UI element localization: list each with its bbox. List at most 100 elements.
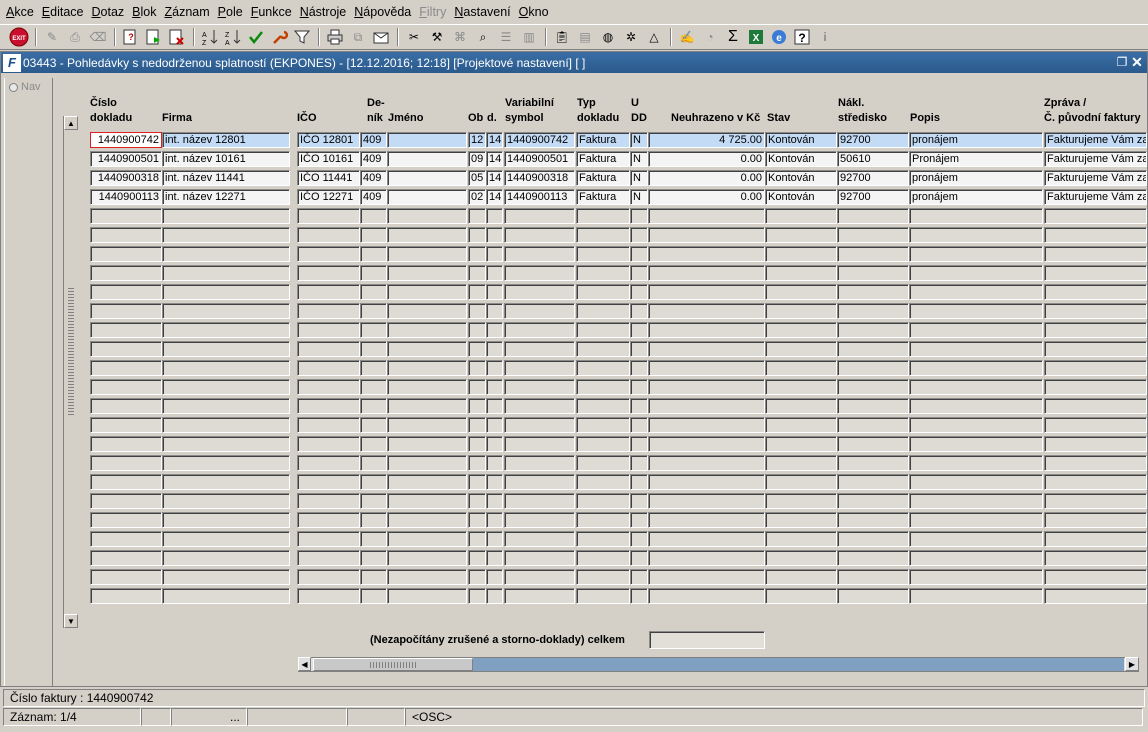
empty-cell[interactable] xyxy=(576,303,630,319)
empty-cell[interactable] xyxy=(1044,227,1147,243)
empty-cell[interactable] xyxy=(765,246,837,262)
empty-cell[interactable] xyxy=(765,531,837,547)
cell-stav[interactable]: Kontován xyxy=(765,170,837,186)
empty-cell[interactable] xyxy=(360,398,387,414)
empty-cell[interactable] xyxy=(162,569,290,585)
empty-cell[interactable] xyxy=(1044,436,1147,452)
empty-cell[interactable] xyxy=(486,569,503,585)
help-icon[interactable]: ? xyxy=(791,26,813,48)
empty-cell[interactable] xyxy=(162,417,290,433)
menu-napoveda[interactable]: Nápověda xyxy=(350,0,415,24)
sort-asc-icon[interactable]: AZ xyxy=(199,26,221,48)
empty-cell[interactable] xyxy=(765,474,837,490)
info-icon[interactable]: i xyxy=(814,26,836,48)
empty-cell[interactable] xyxy=(765,284,837,300)
empty-cell[interactable] xyxy=(90,227,162,243)
empty-cell[interactable] xyxy=(576,588,630,604)
empty-cell[interactable] xyxy=(630,341,648,357)
empty-cell[interactable] xyxy=(648,550,765,566)
empty-cell[interactable] xyxy=(909,341,1043,357)
settings-icon[interactable]: ✲ xyxy=(620,26,642,48)
empty-cell[interactable] xyxy=(486,265,503,281)
empty-cell[interactable] xyxy=(360,303,387,319)
empty-cell[interactable] xyxy=(630,512,648,528)
empty-cell[interactable] xyxy=(837,246,909,262)
empty-cell[interactable] xyxy=(837,322,909,338)
eraser-icon[interactable]: ⌫ xyxy=(87,26,109,48)
empty-cell[interactable] xyxy=(1044,398,1147,414)
empty-cell[interactable] xyxy=(162,550,290,566)
cell-nakl[interactable]: 92700 xyxy=(837,132,909,148)
cell-cislo[interactable]: 1440900113 xyxy=(90,189,162,205)
empty-cell[interactable] xyxy=(1044,531,1147,547)
cell-d[interactable]: 14 xyxy=(486,132,503,148)
cell-popis[interactable]: Pronájem xyxy=(909,151,1043,167)
empty-cell[interactable] xyxy=(630,208,648,224)
empty-cell[interactable] xyxy=(765,455,837,471)
empty-cell[interactable] xyxy=(387,588,467,604)
empty-cell[interactable] xyxy=(504,398,575,414)
empty-cell[interactable] xyxy=(360,436,387,452)
empty-cell[interactable] xyxy=(297,417,360,433)
empty-cell[interactable] xyxy=(468,360,486,376)
columns-icon[interactable]: ▥ xyxy=(518,26,540,48)
cell-d[interactable]: 14 xyxy=(486,189,503,205)
empty-cell[interactable] xyxy=(630,284,648,300)
edit-icon[interactable]: ✍ xyxy=(676,26,698,48)
empty-cell[interactable] xyxy=(162,246,290,262)
empty-cell[interactable] xyxy=(504,512,575,528)
empty-cell[interactable] xyxy=(90,265,162,281)
cell-cislo[interactable]: 1440900318 xyxy=(90,170,162,186)
scroll-up-icon[interactable]: ▲ xyxy=(64,116,78,130)
empty-cell[interactable] xyxy=(837,284,909,300)
menu-okno[interactable]: Okno xyxy=(515,0,553,24)
empty-cell[interactable] xyxy=(576,531,630,547)
tree-icon[interactable]: ⌘ xyxy=(449,26,471,48)
empty-cell[interactable] xyxy=(360,284,387,300)
empty-cell[interactable] xyxy=(648,246,765,262)
cell-ico[interactable]: IČO 10161 xyxy=(297,151,360,167)
empty-cell[interactable] xyxy=(576,360,630,376)
empty-cell[interactable] xyxy=(486,322,503,338)
empty-cell[interactable] xyxy=(909,265,1043,281)
empty-cell[interactable] xyxy=(765,303,837,319)
ie-icon[interactable]: e xyxy=(768,26,790,48)
empty-cell[interactable] xyxy=(630,379,648,395)
empty-cell[interactable] xyxy=(468,246,486,262)
empty-cell[interactable] xyxy=(837,379,909,395)
menu-funkce[interactable]: Funkce xyxy=(247,0,296,24)
empty-cell[interactable] xyxy=(297,512,360,528)
empty-cell[interactable] xyxy=(648,588,765,604)
empty-cell[interactable] xyxy=(162,303,290,319)
cell-ob[interactable]: 02 xyxy=(468,189,486,205)
empty-cell[interactable] xyxy=(1044,550,1147,566)
empty-cell[interactable] xyxy=(486,284,503,300)
empty-cell[interactable] xyxy=(360,360,387,376)
empty-cell[interactable] xyxy=(648,417,765,433)
empty-cell[interactable] xyxy=(90,531,162,547)
empty-cell[interactable] xyxy=(360,341,387,357)
scroll-grip[interactable] xyxy=(68,288,74,416)
empty-cell[interactable] xyxy=(648,455,765,471)
empty-cell[interactable] xyxy=(486,341,503,357)
empty-cell[interactable] xyxy=(90,208,162,224)
empty-cell[interactable] xyxy=(1044,512,1147,528)
empty-cell[interactable] xyxy=(297,493,360,509)
empty-cell[interactable] xyxy=(504,265,575,281)
cell-jmeno[interactable] xyxy=(387,132,467,148)
empty-cell[interactable] xyxy=(468,493,486,509)
scroll-track[interactable] xyxy=(473,658,1124,671)
empty-cell[interactable] xyxy=(486,436,503,452)
empty-cell[interactable] xyxy=(765,588,837,604)
pen-icon[interactable]: ✎ xyxy=(41,26,63,48)
cell-d[interactable]: 14 xyxy=(486,151,503,167)
empty-cell[interactable] xyxy=(504,455,575,471)
empty-cell[interactable] xyxy=(576,569,630,585)
cell-denik[interactable]: 409 xyxy=(360,189,387,205)
empty-cell[interactable] xyxy=(504,379,575,395)
empty-cell[interactable] xyxy=(360,227,387,243)
empty-cell[interactable] xyxy=(297,474,360,490)
cell-firma[interactable]: int. název 12801 xyxy=(162,132,290,148)
empty-cell[interactable] xyxy=(468,265,486,281)
empty-cell[interactable] xyxy=(1044,417,1147,433)
